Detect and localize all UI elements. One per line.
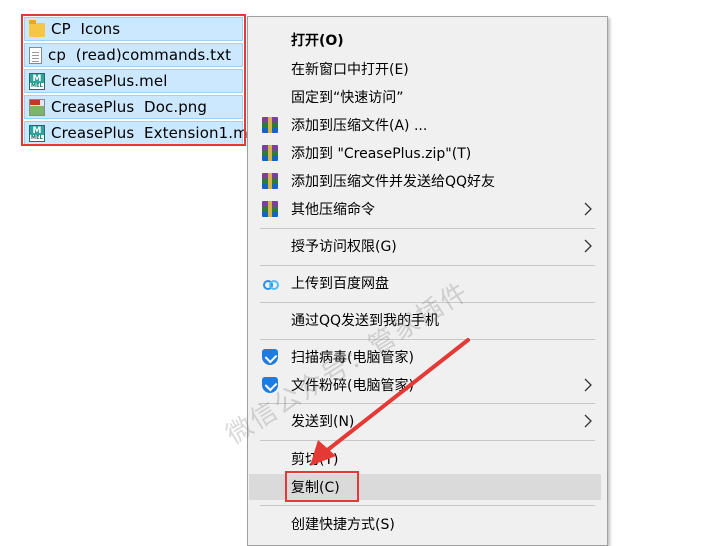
pointer-arrow-annotation (310, 338, 470, 466)
